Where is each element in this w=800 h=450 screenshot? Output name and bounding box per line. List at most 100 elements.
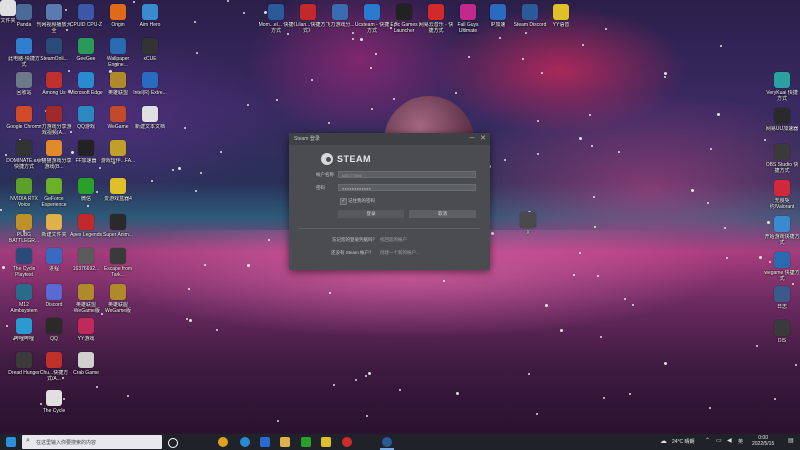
chrome-icon[interactable] — [218, 437, 228, 447]
desktop-icon-label: 日志 — [776, 304, 787, 310]
login-button[interactable]: 登录 — [338, 210, 404, 218]
star — [370, 67, 372, 69]
desktop-icon[interactable]: DIS — [765, 320, 799, 358]
desktop-icon[interactable]: Microsoft Edge — [69, 72, 103, 110]
desktop-icon[interactable]: Mom...el... 快捷方式 — [259, 4, 293, 42]
desktop-icon[interactable]: Among Us — [37, 72, 71, 110]
cancel-button[interactable]: 取消 — [409, 210, 476, 218]
minimize-button[interactable]: ─ — [467, 134, 477, 144]
desktop-icon[interactable]: Steam Discord — [513, 4, 547, 42]
close-button[interactable]: ✕ — [478, 134, 488, 144]
desktop-icon[interactable]: 网易云音乐 - 快捷方式 — [419, 4, 453, 42]
desktop-icon[interactable]: 英雄联盟 WeGame版 — [101, 284, 135, 322]
desktop-icon[interactable]: wegame 快捷方式 — [764, 252, 800, 290]
desktop-icon[interactable]: GeeGee — [69, 38, 103, 76]
task-view-icon[interactable] — [168, 438, 178, 448]
desktop-icon[interactable]: 新建文本文档 — [133, 106, 167, 144]
notification-icon[interactable]: ▤ — [788, 437, 794, 444]
desktop-icon[interactable]: CPUID CPU-Z — [69, 4, 103, 42]
desktop-icon[interactable]: 进程 — [37, 248, 71, 286]
desktop-icon[interactable]: Super Anim... — [101, 214, 135, 252]
desktop-icon[interactable]: 英雄联盟 — [101, 72, 135, 110]
star — [443, 280, 445, 282]
desktop-icon[interactable]: Chu...快捷方式/A... — [37, 352, 71, 390]
desktop-icon[interactable]: Origin — [101, 4, 135, 42]
account-name-field[interactable]: s35777586 — [338, 171, 476, 178]
desktop-icon[interactable]: SteamOnli... — [37, 38, 71, 76]
desktop-icon[interactable]: Apex Legends — [69, 214, 103, 252]
app-icon — [16, 318, 32, 334]
desktop-icon[interactable]: YY游戏 — [69, 318, 103, 356]
volume-icon[interactable]: ◀ — [727, 437, 732, 444]
desktop-icon[interactable]: Discord — [37, 284, 71, 322]
netease-music-icon[interactable] — [342, 437, 352, 447]
star — [311, 79, 313, 81]
star — [127, 395, 129, 397]
desktop-icon-label: QQ游戏 — [77, 124, 95, 130]
desktop-icon[interactable]: QQ — [37, 318, 71, 356]
tray-chevron-icon[interactable]: ⌃ — [705, 437, 710, 444]
remember-password-checkbox[interactable]: ✓ — [340, 198, 347, 205]
desktop-icon[interactable]: 开始游戏快捷方式 — [764, 216, 800, 254]
recover-account-link[interactable]: 找回您的帐户 — [380, 237, 407, 243]
desktop-icon[interactable]: 英雄联盟·WeGame版 — [69, 284, 103, 322]
tray-clock[interactable]: 0:00 2022/5/15 — [752, 435, 774, 447]
wechat-icon[interactable] — [301, 437, 311, 447]
desktop-icon-label: 网易云音乐 - 快捷方式 — [418, 22, 454, 34]
windows-start-icon[interactable] — [6, 437, 16, 447]
desktop-icon[interactable]: YY语音 — [544, 4, 578, 42]
desktop-icon[interactable]: 新建文件夹 — [37, 214, 71, 252]
desktop-icon[interactable]: 刊网视频播放大全 — [36, 4, 72, 42]
desktop-icon[interactable]: 小猫猫游戏分享游戏(B... — [36, 140, 72, 178]
steam-taskbar-icon[interactable] — [382, 437, 392, 447]
taskbar-search[interactable]: ⌕ 在这里输入你要搜索的内容 — [22, 435, 162, 449]
weather-text[interactable]: 24°C 晴朗 — [672, 438, 695, 445]
qq-icon[interactable] — [321, 437, 331, 447]
desktop-icon[interactable]: 日志 — [765, 286, 799, 324]
star — [618, 151, 620, 153]
app-icon — [110, 284, 126, 300]
desktop-icon[interactable]: 无畏契约/Valorant — [765, 180, 799, 218]
network-icon[interactable]: ▭ — [716, 437, 722, 444]
desktop-icon[interactable]: Escape from Tark... — [101, 248, 135, 286]
desktop-icon[interactable]: FF加速器 — [69, 140, 103, 178]
desktop-icon-label: wegame 快捷方式 — [764, 270, 800, 282]
desktop-icon-label: Ucsteam - 快捷方式 — [354, 22, 390, 34]
file-explorer-icon[interactable] — [280, 437, 290, 447]
star — [268, 239, 270, 241]
edge-icon[interactable] — [240, 437, 250, 447]
desktop-icon[interactable]: The Cycle — [37, 390, 71, 428]
desktop-icon[interactable]: Aim Hero — [133, 4, 167, 42]
desktop-icon-label: FF加速器 — [75, 158, 97, 164]
desktop-icon[interactable]: Epic Games Launcher — [387, 4, 421, 42]
password-field[interactable]: ●●●●●●●●●●●● — [338, 184, 476, 191]
desktop-icon[interactable]: 文件夹 — [0, 0, 25, 38]
desktop-icon[interactable]: 《Lilan...快捷方式》 — [291, 4, 325, 42]
desktop-icon[interactable]: Wallpaper Engine... — [101, 38, 135, 76]
desktop-icon[interactable]: 飞刀游戏分... — [323, 4, 357, 42]
app-icon — [142, 106, 158, 122]
desktop-icon[interactable]: Intel(R) Extre... — [133, 72, 167, 110]
forgot-credentials-text: 忘记您的登录凭据吗？ — [332, 237, 377, 242]
desktop-icon[interactable]: 微信 — [69, 178, 103, 216]
desktop-icon[interactable]: X — [511, 212, 545, 250]
desktop-icon[interactable]: GeForce Experience — [37, 178, 71, 216]
desktop-icon[interactable]: Ucsteam - 快捷方式 — [355, 4, 389, 42]
desktop-icon[interactable]: OBS Studio 快捷方式 — [765, 144, 799, 182]
steam-titlebar[interactable]: Steam 登录 ─ ✕ — [289, 133, 490, 145]
create-account-link[interactable]: 创建一个新的帐户... — [380, 250, 420, 256]
desktop-icon[interactable]: Crab Game — [69, 352, 103, 390]
desktop-icon[interactable]: 16376692... — [69, 248, 103, 286]
desktop-icon[interactable]: IP加速 — [481, 4, 515, 42]
desktop-icon[interactable]: 一刀游戏分享游戏视频(A... — [36, 106, 72, 144]
desktop-icon[interactable]: WeGame — [101, 106, 135, 144]
desktop-icon-label: Epic Games Launcher — [390, 22, 418, 34]
desktop-icon[interactable]: VeryKuai 快捷方式 — [765, 72, 799, 110]
desktop-icon[interactable]: 爱游戏盒器4 — [101, 178, 135, 216]
desktop-icon[interactable]: 网易UU加速器 — [765, 108, 799, 146]
desktop-icon[interactable]: QQ游戏 — [69, 106, 103, 144]
desktop-icon[interactable]: 游戏玩伴...FA... — [101, 140, 135, 178]
ime-language[interactable]: 英 — [738, 438, 743, 445]
desktop-icon[interactable]: xCUE — [133, 38, 167, 76]
store-icon[interactable] — [260, 437, 270, 447]
